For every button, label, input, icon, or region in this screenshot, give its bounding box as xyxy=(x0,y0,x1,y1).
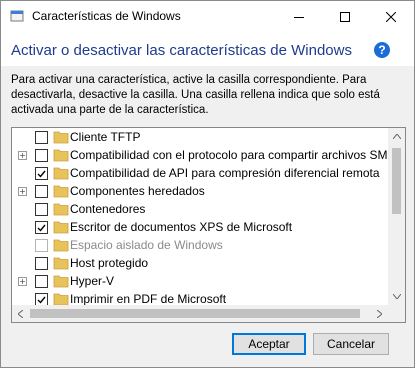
scroll-down-button[interactable] xyxy=(388,288,405,305)
maximize-button[interactable] xyxy=(322,1,368,32)
feature-checkbox[interactable] xyxy=(35,221,48,234)
help-icon[interactable]: ? xyxy=(374,42,390,58)
chevron-down-icon xyxy=(392,294,401,299)
scroll-left-button[interactable] xyxy=(12,305,29,322)
feature-row[interactable]: Espacio aislado de Windows xyxy=(12,236,387,254)
folder-icon xyxy=(53,257,69,270)
expand-icon[interactable]: + xyxy=(18,277,27,286)
feature-row[interactable]: + Componentes heredados xyxy=(12,182,387,200)
folder-icon xyxy=(53,149,69,162)
feature-label: Compatibilidad con el protocolo para com… xyxy=(70,148,387,162)
feature-label: Contenedores xyxy=(70,202,146,216)
scroll-right-button[interactable] xyxy=(371,305,388,322)
checkmark-icon xyxy=(37,296,46,304)
feature-label: Escritor de documentos XPS de Microsoft xyxy=(70,220,293,234)
feature-checkbox[interactable] xyxy=(35,149,48,162)
feature-row[interactable]: + Compatibilidad con el protocolo para co… xyxy=(12,146,387,164)
title-bar[interactable]: Características de Windows xyxy=(1,1,414,32)
folder-icon xyxy=(53,167,69,180)
dialog-header: Activar o desactivar las características… xyxy=(1,32,414,66)
horizontal-scrollbar[interactable] xyxy=(12,305,388,322)
description-text: Para activar una característica, active … xyxy=(11,74,380,116)
feature-checkbox[interactable] xyxy=(35,257,48,270)
feature-label: Componentes heredados xyxy=(70,184,205,198)
feature-label: Hyper-V xyxy=(70,274,115,288)
close-button[interactable] xyxy=(368,1,414,32)
feature-checkbox[interactable] xyxy=(35,131,48,144)
cancel-button[interactable]: Cancelar xyxy=(313,333,389,355)
feature-label: Cliente TFTP xyxy=(70,130,141,144)
feature-row[interactable]: Compatibilidad de API para compresión di… xyxy=(12,164,387,182)
feature-label: Espacio aislado de Windows xyxy=(70,238,223,252)
feature-row[interactable]: Contenedores xyxy=(12,200,387,218)
vertical-scroll-thumb[interactable] xyxy=(392,148,401,214)
chevron-left-icon xyxy=(18,309,23,318)
dialog-window: Características de Windows Activar o des… xyxy=(0,0,415,368)
folder-icon xyxy=(53,221,69,234)
minimize-button[interactable] xyxy=(276,1,322,32)
windows-features-icon xyxy=(10,10,24,22)
feature-label: Host protegido xyxy=(70,256,149,270)
minimize-icon xyxy=(294,16,304,18)
feature-list[interactable]: Imprimir en PDF de Microsoft + Hyper-V Host… xyxy=(11,127,406,323)
feature-checkbox[interactable] xyxy=(35,275,48,288)
feature-row[interactable]: Cliente TFTP xyxy=(12,128,387,146)
maximize-icon xyxy=(340,11,350,22)
scrollbar-corner xyxy=(388,305,405,322)
chevron-up-icon xyxy=(392,134,401,139)
feature-label: Compatibilidad de API para compresión di… xyxy=(70,166,380,180)
feature-row[interactable]: + Hyper-V xyxy=(12,272,387,290)
feature-label: Imprimir en PDF de Microsoft xyxy=(70,292,227,306)
checkmark-icon xyxy=(37,170,46,178)
close-icon xyxy=(386,11,396,22)
window-title: Características de Windows xyxy=(32,9,181,23)
page-title: Activar o desactivar las características… xyxy=(11,42,352,59)
feature-row[interactable]: Host protegido xyxy=(12,254,387,272)
folder-icon xyxy=(53,131,69,144)
folder-icon xyxy=(53,239,69,252)
feature-row[interactable]: Escritor de documentos XPS de Microsoft xyxy=(12,218,387,236)
folder-icon xyxy=(53,203,69,216)
expand-icon[interactable]: + xyxy=(18,187,27,196)
feature-checkbox[interactable] xyxy=(35,185,48,198)
expand-icon[interactable]: + xyxy=(18,151,27,160)
checkmark-icon xyxy=(37,224,46,232)
feature-checkbox[interactable] xyxy=(35,203,48,216)
accept-button[interactable]: Aceptar xyxy=(232,333,306,355)
horizontal-scroll-thumb[interactable] xyxy=(30,309,360,318)
feature-checkbox xyxy=(35,239,48,252)
folder-icon xyxy=(53,275,69,288)
scroll-up-button[interactable] xyxy=(388,128,405,145)
folder-icon xyxy=(53,185,69,198)
vertical-scrollbar[interactable] xyxy=(388,128,405,305)
feature-checkbox[interactable] xyxy=(35,167,48,180)
chevron-right-icon xyxy=(377,309,382,318)
